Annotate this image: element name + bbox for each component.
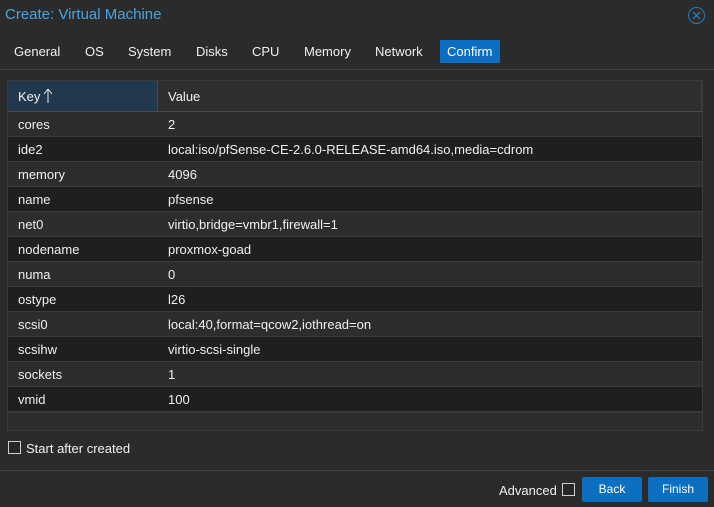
grid-rows: cores 2 ide2 local:iso/pfSense-CE-2.6.0-RE… (8, 112, 702, 412)
row-value: 1 (168, 367, 176, 382)
table-row[interactable]: scsi0 local:40,format=qcow2,iothread=on (8, 312, 702, 337)
row-key: vmid (18, 392, 46, 407)
table-row[interactable]: nodename proxmox-goad (8, 237, 702, 262)
row-value: proxmox-goad (168, 242, 252, 257)
row-key: memory (18, 167, 65, 182)
wizard-tabs: General OS System Disks CPU Memory Netwo… (0, 38, 714, 70)
row-key: scsihw (18, 342, 58, 357)
advanced-label[interactable]: Advanced (499, 483, 557, 498)
table-row[interactable]: name pfsense (8, 187, 702, 212)
table-row[interactable]: cores 2 (8, 112, 702, 137)
row-value: 0 (168, 267, 176, 282)
row-key: sockets (18, 367, 63, 382)
row-value: 4096 (168, 167, 197, 182)
row-key: cores (18, 117, 50, 132)
window-titlebar: Create: Virtual Machine (0, 0, 714, 32)
row-value: virtio,bridge=vmbr1,firewall=1 (168, 217, 338, 232)
row-key: name (18, 192, 51, 207)
start-after-created-label[interactable]: Start after created (26, 441, 130, 456)
column-header-value-label: Value (168, 89, 201, 104)
table-row[interactable]: ostype l26 (8, 287, 702, 312)
back-button[interactable]: Back (582, 477, 642, 502)
table-row[interactable]: vmid 100 (8, 387, 702, 412)
row-value: l26 (168, 292, 186, 307)
tab-confirm[interactable]: Confirm (440, 40, 500, 63)
summary-grid: Key Value cores 2 ide2 local:iso/pfSense-C… (7, 80, 703, 431)
row-value: 100 (168, 392, 190, 407)
tab-cpu[interactable]: CPU (245, 40, 286, 63)
row-value: local:40,format=qcow2,iothread=on (168, 317, 372, 332)
table-row[interactable]: numa 0 (8, 262, 702, 287)
tab-os[interactable]: OS (78, 40, 111, 63)
tab-disks[interactable]: Disks (189, 40, 235, 63)
advanced-checkbox[interactable] (562, 483, 575, 496)
table-row[interactable]: memory 4096 (8, 162, 702, 187)
grid-empty-area (8, 412, 702, 430)
row-value: 2 (168, 117, 176, 132)
dialog-footer: Advanced Back Finish (0, 470, 714, 507)
finish-button[interactable]: Finish (648, 477, 708, 502)
close-x-glyph (692, 11, 701, 20)
tab-system[interactable]: System (121, 40, 178, 63)
window-title: Create: Virtual Machine (5, 6, 162, 23)
table-row[interactable]: sockets 1 (8, 362, 702, 387)
tab-network[interactable]: Network (368, 40, 430, 63)
row-key: scsi0 (18, 317, 48, 332)
table-row[interactable]: ide2 local:iso/pfSense-CE-2.6.0-RELEASE-a… (8, 137, 702, 162)
row-value: local:iso/pfSense-CE-2.6.0-RELEASE-amd64… (168, 142, 534, 157)
row-key: nodename (18, 242, 80, 257)
table-row[interactable]: scsihw virtio-scsi-single (8, 337, 702, 362)
tab-general[interactable]: General (7, 40, 67, 63)
close-icon[interactable] (688, 7, 705, 24)
row-key: numa (18, 267, 51, 282)
table-row[interactable]: net0 virtio,bridge=vmbr1,firewall=1 (8, 212, 702, 237)
tab-memory[interactable]: Memory (297, 40, 358, 63)
row-key: ostype (18, 292, 57, 307)
column-header-key-label: Key (18, 89, 41, 104)
start-after-created-checkbox[interactable] (8, 441, 21, 454)
column-header-key[interactable]: Key (8, 81, 158, 111)
row-key: net0 (18, 217, 44, 232)
grid-header: Key Value (8, 81, 702, 112)
row-value: virtio-scsi-single (168, 342, 261, 357)
sort-ascending-icon (43, 88, 53, 103)
row-key: ide2 (18, 142, 43, 157)
column-header-value[interactable]: Value (158, 81, 702, 111)
row-value: pfsense (168, 192, 214, 207)
